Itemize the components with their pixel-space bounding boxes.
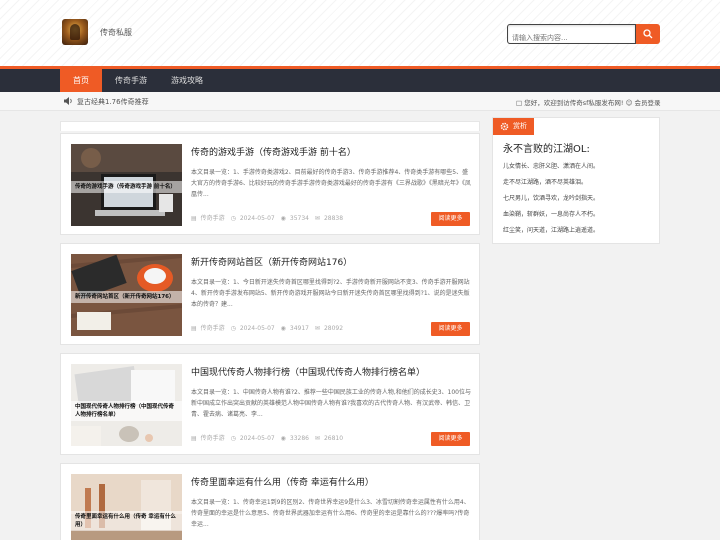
post-category[interactable]: 传奇手游 [201,215,225,222]
widget-tag: 赏析 [493,118,534,135]
post-comments: 28838 [323,215,344,222]
post-title[interactable]: 传奇的游戏手游（传奇游戏手游 前十名） [191,145,356,158]
post-excerpt: 本文目录一览：1、今日新开迷失传奇首区哪里找得到?2、手游传奇新开服网站不变3、… [191,279,470,308]
clock-icon: ◷ [230,325,236,332]
post-card: 传奇里面幸运有什么用（传奇 幸运有什么用） 传奇里面幸运有什么用（传奇 幸运有什… [60,463,480,540]
search-icon [643,29,653,39]
widget-line: 儿女情长、忠肝义胆、潇洒在人间。 [503,163,600,170]
notice-ticker[interactable]: 复古经典1.76传奇推荐 [77,97,149,107]
widget-title: 永不言败的江湖OL: [503,144,590,155]
site-name[interactable]: 传奇私服 [100,27,132,38]
post-date: 2024-05-07 [239,435,275,442]
eye-icon: ◉ [280,325,286,332]
read-more-button[interactable]: 阅读更多 [431,432,470,446]
user-greeting: □ 您好，欢迎到访传奇sf私服发布网! ☺ 会员登录 [516,97,660,107]
read-more-button[interactable]: 阅读更多 [431,322,470,336]
widget-line: 走不尽江湖路，酒不尽英雄泪。 [503,179,588,186]
post-views: 35734 [289,215,309,222]
main-nav: 首页 传奇手游 游戏攻略 [0,66,720,92]
nav-item-game-guides[interactable]: 游戏攻略 [162,69,212,92]
speaker-icon [64,97,72,105]
clock-icon: ◷ [230,435,236,442]
thumbnail-caption: 新开传奇网站首区（新开传奇网站176） [71,291,182,303]
comment-icon: ✉ [314,435,320,442]
post-views: 34917 [289,325,309,332]
post-title[interactable]: 传奇里面幸运有什么用（传奇 幸运有什么用） [191,475,374,488]
widget-line: 七尺男儿，饮酒寻欢，龙吟剑指天。 [503,195,600,202]
thumbnail-caption: 中国现代传奇人物排行榜（中国现代传奇人物排行榜名单） [71,401,182,421]
comment-icon: ✉ [314,325,320,332]
search-input-wrapper[interactable] [507,24,636,47]
sidebar-widget: 赏析 永不言败的江湖OL: 儿女情长、忠肝义胆、潇洒在人间。 走不尽江湖路，酒不… [492,117,660,244]
comment-icon: ✉ [314,215,320,222]
post-views: 33286 [289,435,309,442]
site-header: 传奇私服 [0,0,720,66]
clock-icon: ◷ [230,215,236,222]
user-icon: ☺ [625,99,633,107]
post-category[interactable]: 传奇手游 [201,325,225,332]
nav-item-home[interactable]: 首页 [60,69,102,92]
search-button[interactable] [636,24,660,44]
post-excerpt: 本文目录一览：1、中国传奇人物有谁?2、推荐一些中国民族工业的传奇人物,和他们的… [191,389,471,418]
widget-line: 血染鞘，斩群妖，一息尚存人不朽。 [503,211,600,218]
eye-icon: ◉ [280,215,286,222]
login-link[interactable]: 会员登录 [634,99,660,107]
post-thumbnail[interactable]: 传奇的游戏手游（传奇游戏手游 前十名） [71,144,182,226]
site-logo[interactable] [62,19,88,45]
post-date: 2024-05-07 [239,215,275,222]
post-meta: ▤ 传奇手游 ◷ 2024-05-07 ◉ 34917 ✉ 28092 [191,323,347,332]
post-excerpt: 本文目录一览：1、传奇幸运1到9的区别2、传奇世界幸运9是什么3、冰雪切割传奇幸… [191,499,470,528]
post-card: 传奇的游戏手游（传奇游戏手游 前十名） 传奇的游戏手游（传奇游戏手游 前十名） … [60,133,480,235]
post-category[interactable]: 传奇手游 [201,435,225,442]
post-thumbnail[interactable]: 新开传奇网站首区（新开传奇网站176） [71,254,182,336]
widget-line: 红尘笑，问天道，江湖路上逍遥道。 [503,227,600,234]
greeting-icon: □ [516,99,523,107]
greeting-text: 您好，欢迎到访传奇sf私服发布网! [524,99,624,107]
search-input[interactable] [508,29,635,47]
post-thumbnail[interactable]: 传奇里面幸运有什么用（传奇 幸运有什么用） [71,474,182,540]
post-title[interactable]: 新开传奇网站首区（新开传奇网站176） [191,255,352,268]
content-top-strip [60,121,480,131]
post-thumbnail[interactable]: 中国现代传奇人物排行榜（中国现代传奇人物排行榜名单） [71,364,182,446]
widget-tag-label: 赏析 [513,122,527,130]
read-more-button[interactable]: 阅读更多 [431,212,470,226]
thumbnail-caption: 传奇的游戏手游（传奇游戏手游 前十名） [71,181,182,193]
gear-icon [500,122,509,131]
thumbnail-caption: 传奇里面幸运有什么用（传奇 幸运有什么用） [71,511,182,531]
category-icon: ▤ [191,435,197,442]
nav-item-mobile-games[interactable]: 传奇手游 [106,69,156,92]
post-title[interactable]: 中国现代传奇人物排行榜（中国现代传奇人物排行榜名单） [191,365,425,378]
eye-icon: ◉ [280,435,286,442]
post-excerpt: 本文目录一览：1、手游传奇类游戏2、目前最好的传奇手游3、传奇手游推荐4、传奇类… [191,169,471,198]
post-date: 2024-05-07 [239,325,275,332]
post-comments: 26810 [323,435,344,442]
post-meta: ▤ 传奇手游 ◷ 2024-05-07 ◉ 35734 ✉ 28838 [191,213,347,222]
category-icon: ▤ [191,215,197,222]
post-meta: ▤ 传奇手游 ◷ 2024-05-07 ◉ 33286 ✉ 26810 [191,433,347,442]
category-icon: ▤ [191,325,197,332]
post-comments: 28092 [323,325,344,332]
post-card: 中国现代传奇人物排行榜（中国现代传奇人物排行榜名单） 中国现代传奇人物排行榜（中… [60,353,480,455]
post-card: 新开传奇网站首区（新开传奇网站176） 新开传奇网站首区（新开传奇网站176） … [60,243,480,345]
notice-bar: 复古经典1.76传奇推荐 □ 您好，欢迎到访传奇sf私服发布网! ☺ 会员登录 [0,92,720,111]
